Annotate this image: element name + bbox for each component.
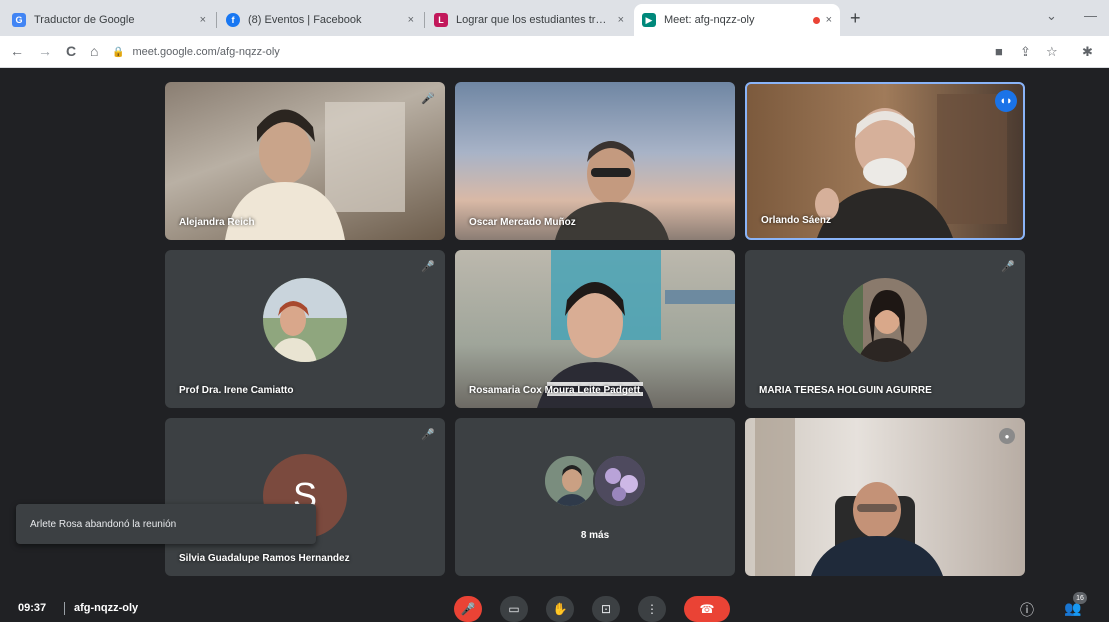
participant-name: Prof Dra. Irene Camiatto — [179, 385, 294, 396]
participant-tile-alejandra[interactable]: 🎤 Alejandra Reich — [165, 82, 445, 240]
more-participants-label: 8 más — [580, 530, 610, 541]
raise-hand-button[interactable]: ✋ — [546, 596, 574, 622]
page-icon: L — [434, 13, 448, 27]
meet-stage: 🎤 Alejandra Reich Oscar Mercado Muñoz ◖◗… — [0, 68, 1109, 592]
close-icon[interactable]: × — [200, 14, 206, 26]
participant-avatar — [843, 277, 927, 362]
browser-tab-strip: G Traductor de Google × f (8) Eventos | … — [0, 0, 1109, 36]
reload-button[interactable]: C — [66, 43, 76, 59]
mic-toggle-button[interactable]: 🎤 — [454, 596, 482, 622]
participant-avatar — [593, 454, 647, 508]
participant-name: Alejandra Reich — [179, 217, 255, 228]
facebook-icon: f — [226, 13, 240, 27]
participant-name: Oscar Mercado Muñoz — [469, 217, 576, 228]
participant-tile-irene[interactable]: 🎤 Prof Dra. Irene Camiatto — [165, 250, 445, 408]
participant-name: Orlando Sáenz — [761, 215, 832, 226]
translate-icon: G — [12, 13, 26, 27]
tab-facebook[interactable]: f (8) Eventos | Facebook × — [218, 4, 422, 36]
more-avatars-stack — [543, 454, 653, 510]
tab-title: Meet: afg-nqzz-oly — [664, 14, 755, 26]
participant-name: MARIA TERESA HOLGUIN AGUIRRE — [759, 385, 932, 396]
meeting-control-bar: 09:37 afg-nqzz-oly 🎤 ▭ ✋ ⊡ ⋮ ☎ ⓘ 👥 16 — [0, 592, 1109, 622]
participant-tile-rosamaria[interactable]: Rosamaria Cox Moura Leite Padgett — [455, 250, 735, 408]
divider — [64, 602, 65, 615]
mic-off-icon: 🎤 — [1001, 261, 1015, 273]
participant-name: Rosamaria Cox Moura Leite Padgett — [469, 385, 641, 396]
tab-lograr[interactable]: L Lograr que los estudiantes trans × — [426, 4, 632, 36]
participant-tile-orlando[interactable]: ◖◗ Orlando Sáenz — [745, 82, 1025, 240]
share-icon[interactable]: ⇪ — [1020, 44, 1031, 60]
minimize-button[interactable]: — — [1084, 8, 1097, 23]
more-options-button[interactable]: ⋮ — [638, 596, 666, 622]
new-tab-button[interactable]: + — [850, 8, 861, 29]
home-button[interactable]: ⌂ — [90, 43, 98, 59]
participant-tile-silvia[interactable]: S 🎤 Silvia Guadalupe Ramos Hernandez — [165, 418, 445, 576]
camera-icon[interactable]: ■ — [995, 44, 1003, 59]
url-input[interactable]: 🔒 meet.google.com/afg-nqzz-oly — [112, 40, 992, 64]
hang-up-button[interactable]: ☎ — [684, 596, 730, 622]
tab-meet[interactable]: ▶ Meet: afg-nqzz-oly × — [634, 4, 840, 36]
participant-avatar — [263, 277, 347, 362]
participant-avatar — [543, 454, 597, 508]
mic-off-icon: 🎤 — [421, 93, 435, 105]
meeting-code: afg-nqzz-oly — [74, 602, 139, 614]
close-icon[interactable]: × — [618, 14, 624, 26]
tab-title: Traductor de Google — [34, 14, 135, 26]
participant-tile-oscar[interactable]: Oscar Mercado Muñoz — [455, 82, 735, 240]
tab-divider — [424, 12, 425, 28]
recording-dot-icon — [812, 16, 820, 24]
meet-icon: ▶ — [642, 13, 656, 27]
present-screen-button[interactable]: ⊡ — [592, 596, 620, 622]
mic-off-icon: 🎤 — [421, 261, 435, 273]
participant-tile-maria-teresa[interactable]: 🎤 MARIA TERESA HOLGUIN AGUIRRE — [745, 250, 1025, 408]
tab-title: (8) Eventos | Facebook — [248, 14, 362, 26]
mic-off-icon: ● — [999, 428, 1015, 444]
meeting-clock: 09:37 — [18, 602, 47, 614]
speaking-indicator-icon: ◖◗ — [995, 90, 1017, 112]
toast-message: Arlete Rosa abandonó la reunión — [30, 518, 177, 530]
meeting-info-icon[interactable]: ⓘ — [1020, 600, 1034, 620]
more-participants-tile[interactable]: 8 más — [455, 418, 735, 576]
tab-divider — [216, 12, 217, 28]
close-icon[interactable]: × — [408, 14, 414, 26]
tab-traductor[interactable]: G Traductor de Google × — [4, 4, 214, 36]
close-icon[interactable]: × — [826, 14, 832, 26]
mic-off-icon: 🎤 — [421, 429, 435, 441]
participant-tile-unnamed[interactable]: ● — [745, 418, 1025, 576]
people-count-badge: 16 — [1073, 592, 1087, 604]
tab-title: Lograr que los estudiantes trans — [456, 14, 612, 26]
participant-video — [755, 418, 943, 576]
camera-toggle-button[interactable]: ▭ — [500, 596, 528, 622]
star-icon[interactable]: ☆ — [1046, 44, 1058, 60]
back-button[interactable]: ← — [10, 43, 24, 59]
lock-icon: 🔒 — [112, 46, 125, 58]
forward-button[interactable]: → — [38, 43, 52, 59]
participant-name: Silvia Guadalupe Ramos Hernandez — [179, 553, 350, 564]
left-meeting-toast: Arlete Rosa abandonó la reunión — [16, 504, 316, 544]
url-text: meet.google.com/afg-nqzz-oly — [132, 46, 280, 58]
address-bar: ← → C ⌂ 🔒 meet.google.com/afg-nqzz-oly ■… — [0, 36, 1109, 68]
tab-search-icon[interactable]: ⌄ — [1046, 8, 1057, 24]
extensions-icon[interactable]: ✱ — [1082, 44, 1093, 60]
